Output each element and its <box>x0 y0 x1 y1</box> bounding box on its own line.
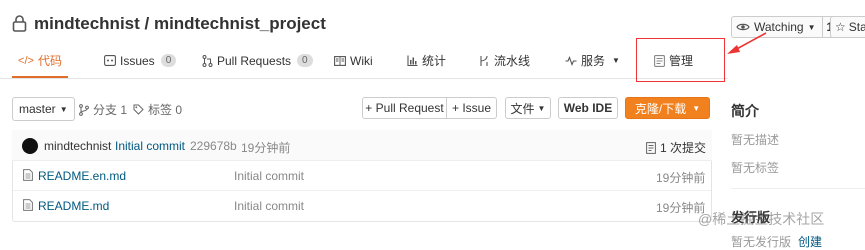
commit-count: 1 次提交 <box>660 141 707 155</box>
branches-link[interactable]: 分支 1 <box>79 101 127 118</box>
repo-title[interactable]: mindtechnist / mindtechnist_project <box>34 14 326 34</box>
clone-download-button[interactable]: 克隆/下载 ▼ <box>625 97 710 119</box>
lock-icon <box>12 15 27 32</box>
new-pull-request-button[interactable]: + Pull Request <box>362 97 447 119</box>
file-name-link[interactable]: README.md <box>38 199 109 213</box>
tags-link[interactable]: 标签 0 <box>133 101 182 118</box>
tags-count: 标签 0 <box>148 103 183 117</box>
sidebar-divider <box>731 188 865 189</box>
intro-title: 简介 <box>731 103 759 119</box>
tab-wiki[interactable]: Wiki <box>334 45 373 76</box>
document-icon <box>646 141 656 154</box>
file-commit-message[interactable]: Initial commit <box>234 199 304 213</box>
tab-pull-requests[interactable]: Pull Requests 0 <box>202 45 313 76</box>
highlight-box <box>636 38 725 82</box>
branches-count: 分支 1 <box>93 103 128 117</box>
file-icon <box>23 199 33 211</box>
branch-select-value: master <box>19 102 56 116</box>
tab-label: 代码 <box>37 54 62 68</box>
file-menu-label: 文件 <box>510 101 535 116</box>
no-description-text: 暂无描述 <box>731 133 780 147</box>
tab-statistics[interactable]: 统计 <box>407 45 446 76</box>
tab-pipeline[interactable]: 流水线 <box>479 45 530 76</box>
tab-label: 流水线 <box>494 54 531 68</box>
chevron-down-icon: ▼ <box>59 104 68 114</box>
chevron-down-icon: ▼ <box>537 103 546 113</box>
annotation-arrow-icon <box>724 30 770 56</box>
tab-code[interactable]: </> 代码 <box>12 45 68 78</box>
chevron-down-icon: ▼ <box>692 103 701 113</box>
tag-icon <box>133 104 144 115</box>
chevron-down-icon: ▼ <box>807 22 816 32</box>
repo-nav: </> 代码 Issues 0 Pull Requests 0 Wiki 统计 … <box>0 45 728 79</box>
new-issue-button[interactable]: + Issue <box>447 97 497 119</box>
pull-request-icon <box>202 54 213 67</box>
tab-label: 统计 <box>422 54 447 68</box>
commit-count-link[interactable]: 1 次提交 <box>646 139 706 156</box>
branch-icon <box>79 103 89 116</box>
issue-icon <box>104 55 116 66</box>
chevron-down-icon: ▼ <box>612 56 620 65</box>
pulse-icon <box>565 55 577 66</box>
commit-author[interactable]: mindtechnist <box>44 139 111 153</box>
tab-label: 服务 <box>581 54 606 68</box>
code-icon: </> <box>18 54 34 67</box>
tab-label: Issues <box>120 53 155 68</box>
tab-issues[interactable]: Issues 0 <box>104 45 177 76</box>
issues-count-badge: 0 <box>160 54 177 67</box>
star-icon: ☆ <box>835 20 846 34</box>
file-icon <box>23 169 33 181</box>
file-commit-message[interactable]: Initial commit <box>234 169 304 183</box>
book-icon <box>334 55 346 66</box>
no-tags-text: 暂无标签 <box>731 161 780 175</box>
star-button[interactable]: ☆ Star <box>830 16 865 38</box>
branch-select[interactable]: master ▼ <box>12 97 75 121</box>
star-label: Star <box>848 20 865 34</box>
web-ide-button[interactable]: Web IDE <box>558 97 618 119</box>
file-name-link[interactable]: README.en.md <box>38 169 126 183</box>
commit-hash[interactable]: 229678b <box>190 139 237 153</box>
clone-download-label: 克隆/下载 <box>634 101 687 116</box>
file-menu-button[interactable]: 文件 ▼ <box>505 97 551 119</box>
pipeline-icon <box>479 55 490 67</box>
tab-services[interactable]: 服务 ▼ <box>565 45 620 76</box>
tab-label: Pull Requests <box>217 53 292 68</box>
avatar[interactable] <box>22 138 38 154</box>
commit-message[interactable]: Initial commit <box>115 139 185 153</box>
watermark: @稀土掘金技术社区 <box>698 211 825 227</box>
commit-time: 19分钟前 <box>241 141 291 155</box>
row-divider <box>13 190 711 191</box>
bar-chart-icon <box>407 55 418 66</box>
tab-label: Wiki <box>350 53 373 68</box>
file-time: 19分钟前 <box>656 171 706 185</box>
pull-requests-count-badge: 0 <box>297 54 313 67</box>
